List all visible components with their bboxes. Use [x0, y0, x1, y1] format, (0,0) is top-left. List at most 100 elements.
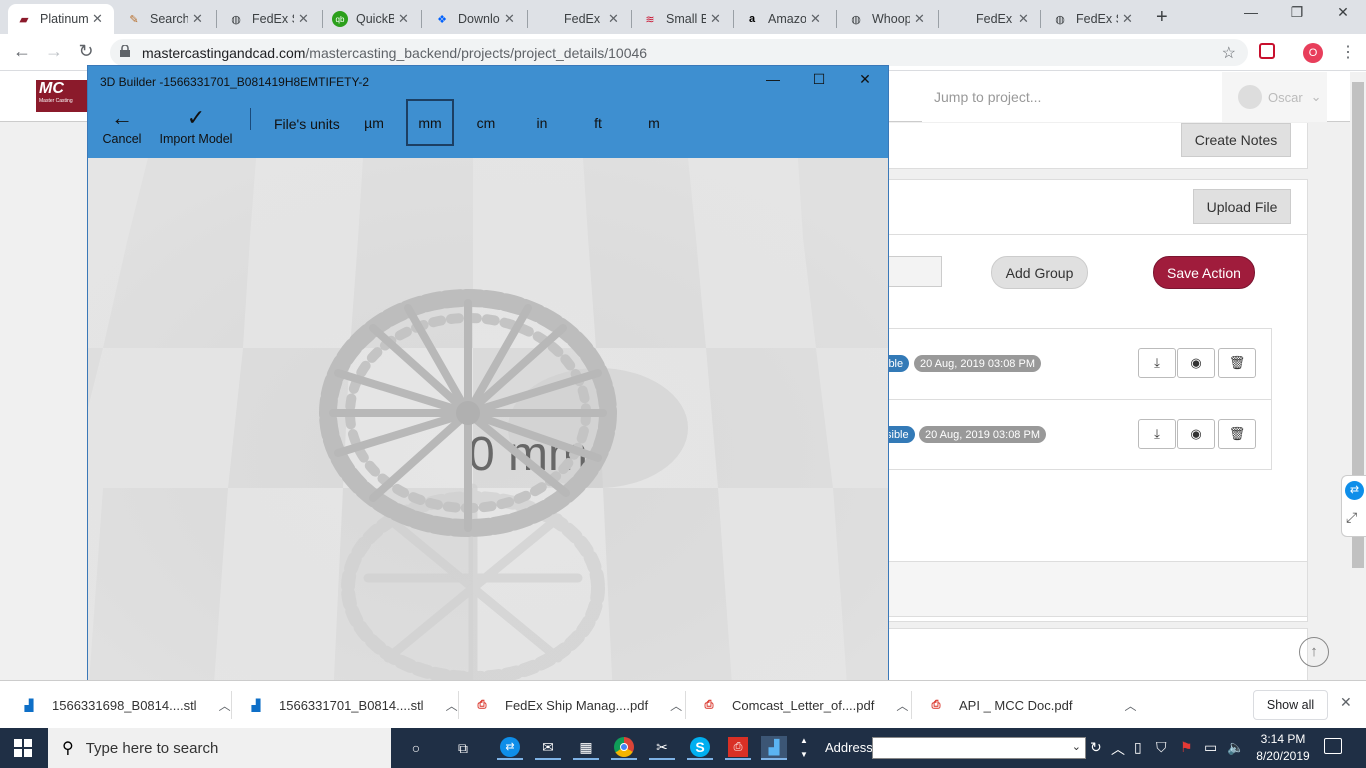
extension-icon[interactable]	[1259, 43, 1275, 59]
new-tab-button[interactable]: +	[1156, 6, 1168, 29]
notifications-icon[interactable]	[1324, 738, 1342, 754]
close-downloads-icon[interactable]: ✕	[1340, 694, 1352, 711]
maximize-icon[interactable]: ☐	[804, 71, 834, 88]
unit-in-button[interactable]: in	[518, 99, 566, 146]
chevron-up-icon[interactable]: ︿	[446, 697, 458, 714]
delete-button[interactable]: 🗑	[1218, 419, 1256, 449]
download-button[interactable]: ⤓	[1138, 348, 1176, 378]
site-logo[interactable]: MC Master Casting	[36, 80, 90, 112]
calculator-icon[interactable]: ▦	[573, 736, 599, 760]
unit-m-button[interactable]: m	[630, 99, 678, 146]
download-item[interactable]: ▟ 1566331698_B0814....stl ︿	[22, 681, 231, 729]
windows-start-icon[interactable]	[14, 739, 32, 757]
task-view-icon[interactable]: ⧉	[450, 736, 476, 760]
close-tab-icon[interactable]: ✕	[1122, 11, 1136, 27]
chevron-up-icon[interactable]: ︿	[219, 697, 231, 714]
tab-fedex-2[interactable]: ◍ FedEx S ✕	[532, 4, 630, 34]
address-bar[interactable]: mastercastingandcad.com/mastercasting_ba…	[110, 39, 1248, 66]
mcafee-icon[interactable]: ⛉	[1156, 739, 1167, 756]
taskbar-search-box[interactable]: ⚲ Type here to search	[48, 728, 391, 768]
close-tab-icon[interactable]: ✕	[608, 11, 622, 27]
close-tab-icon[interactable]: ✕	[398, 11, 412, 27]
user-menu[interactable]: Oscar ⌄	[1222, 72, 1327, 122]
download-button[interactable]: ⤓	[1138, 419, 1176, 449]
scroll-to-top-icon[interactable]: ↑	[1299, 637, 1329, 667]
group-name-input[interactable]	[888, 256, 942, 287]
close-tab-icon[interactable]: ✕	[192, 11, 206, 27]
view-button[interactable]: ◉	[1177, 348, 1215, 378]
teamviewer-panel[interactable]: ⇄ ⤢	[1341, 475, 1366, 537]
network-icon[interactable]: ▭	[1204, 739, 1217, 756]
download-item[interactable]: ⎙ API _ MCC Doc.pdf ︿	[929, 681, 1137, 729]
close-tab-icon[interactable]: ✕	[914, 11, 928, 27]
view-button[interactable]: ◉	[1177, 419, 1215, 449]
close-tab-icon[interactable]: ✕	[1018, 11, 1032, 27]
import-model-button[interactable]: ✓ Import Model	[156, 104, 236, 146]
tab-fedex-4[interactable]: ◍ FedEx S ✕	[1044, 4, 1144, 34]
unit-ft-button[interactable]: ft	[574, 99, 622, 146]
toolbar-scroll-icon[interactable]: ▲ ▼	[800, 734, 808, 762]
unit-mm-button[interactable]: mm	[406, 99, 454, 146]
bookmark-star-icon[interactable]: ☆	[1222, 43, 1236, 63]
chrome-menu-icon[interactable]: ⋮	[1340, 42, 1356, 62]
close-tab-icon[interactable]: ✕	[298, 11, 312, 27]
acrobat-icon[interactable]: ⎙	[725, 736, 751, 760]
delete-button[interactable]: 🗑	[1218, 348, 1256, 378]
close-tab-icon[interactable]: ✕	[504, 11, 518, 27]
chevron-up-icon[interactable]: ︿	[1124, 697, 1136, 714]
show-hidden-icons[interactable]: ︿	[1111, 739, 1125, 759]
tab-whoop[interactable]: ◍ Whoop ✕	[840, 4, 936, 34]
tab-fedex-3[interactable]: ◍ FedEx S ✕	[944, 4, 1040, 34]
minimize-icon[interactable]: —	[758, 71, 788, 87]
tab-fedex-1[interactable]: ◍ FedEx S ✕	[220, 4, 320, 34]
mail-icon[interactable]: ✉	[535, 736, 561, 760]
close-tab-icon[interactable]: ✕	[810, 11, 824, 27]
snipping-tool-icon[interactable]: ✂	[649, 736, 675, 760]
tab-small-business[interactable]: ≋ Small B ✕	[634, 4, 732, 34]
close-icon[interactable]: ✕	[850, 71, 880, 88]
reload-icon[interactable]: ↻	[74, 41, 98, 62]
volume-icon[interactable]: 🔈	[1227, 739, 1244, 756]
unit-um-button[interactable]: µm	[350, 99, 398, 146]
tab-amazon[interactable]: a Amazo ✕	[736, 4, 832, 34]
3d-viewport[interactable]: 0 mm	[88, 158, 888, 697]
unit-cm-button[interactable]: cm	[462, 99, 510, 146]
save-action-button[interactable]: Save Action	[1153, 256, 1255, 289]
3d-builder-taskbar-icon[interactable]: ▟	[761, 736, 787, 760]
download-item[interactable]: ⎙ Comcast_Letter_of....pdf ︿	[702, 681, 909, 729]
system-clock[interactable]: 3:14 PM 8/20/2019	[1254, 731, 1312, 765]
profile-avatar[interactable]: O	[1303, 43, 1323, 63]
close-tab-icon[interactable]: ✕	[92, 11, 106, 27]
chrome-icon[interactable]	[611, 736, 637, 760]
restore-icon[interactable]: ❐	[1282, 4, 1312, 21]
jump-to-project-input[interactable]: Jump to project...	[922, 72, 1222, 122]
address-toolbar-input[interactable]: ⌄	[872, 737, 1086, 759]
upload-file-button[interactable]: Upload File	[1193, 189, 1291, 224]
tab-quickbooks[interactable]: qb QuickB ✕	[324, 4, 420, 34]
tab-downloads[interactable]: ❖ Downlo ✕	[426, 4, 526, 34]
chevron-down-icon[interactable]: ⌄	[1072, 740, 1081, 753]
expand-icon[interactable]: ⤢	[1346, 509, 1357, 526]
network-tool-icon[interactable]: ⚑	[1180, 739, 1193, 756]
teamviewer-taskbar-icon[interactable]: ⇄	[497, 736, 523, 760]
show-all-button[interactable]: Show all	[1253, 690, 1328, 720]
back-icon[interactable]: ←	[10, 41, 34, 62]
cortana-icon[interactable]: ○	[403, 736, 429, 760]
minimize-icon[interactable]: —	[1236, 4, 1266, 20]
create-notes-button[interactable]: Create Notes	[1181, 123, 1291, 157]
teamviewer-icon[interactable]: ⇄	[1345, 481, 1364, 500]
skype-icon[interactable]: S	[687, 736, 713, 760]
add-group-button[interactable]: Add Group	[991, 256, 1088, 289]
tab-platinum[interactable]: ▰ Platinum ✕	[8, 4, 114, 34]
tab-search[interactable]: ✎ Search ✕	[118, 4, 214, 34]
chevron-up-icon[interactable]: ︿	[670, 697, 682, 714]
forward-icon[interactable]: →	[42, 41, 66, 62]
chevron-up-icon[interactable]: ︿	[896, 697, 908, 714]
download-item[interactable]: ▟ 1566331701_B0814....stl ︿	[249, 681, 458, 729]
close-window-icon[interactable]: ✕	[1328, 4, 1358, 21]
refresh-icon[interactable]: ↻	[1090, 739, 1102, 756]
download-item[interactable]: ⎙ FedEx Ship Manag....pdf ︿	[475, 681, 683, 729]
close-tab-icon[interactable]: ✕	[710, 11, 724, 27]
usb-icon[interactable]: ▯	[1134, 739, 1142, 756]
cancel-button[interactable]: ← Cancel	[100, 104, 144, 146]
